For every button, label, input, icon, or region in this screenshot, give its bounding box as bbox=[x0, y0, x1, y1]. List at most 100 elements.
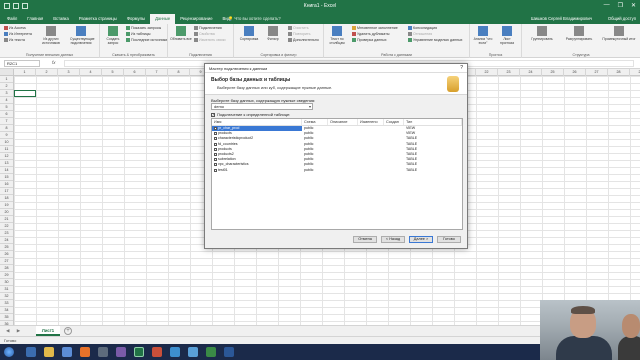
row-header[interactable]: 26 bbox=[0, 251, 13, 258]
tab-data[interactable]: Данные bbox=[150, 14, 176, 24]
row-header[interactable]: 13 bbox=[0, 160, 13, 167]
text-to-columns-button[interactable]: Текст по столбцам bbox=[326, 26, 348, 45]
column-header[interactable]: 5 bbox=[102, 69, 124, 76]
app2-taskbar-icon[interactable] bbox=[152, 347, 162, 357]
tab-file[interactable]: Файл bbox=[2, 14, 22, 24]
advanced-button[interactable]: Дополнительно bbox=[288, 38, 319, 42]
row-header[interactable]: 7 bbox=[0, 118, 13, 125]
refresh-all-button[interactable]: Обновить все bbox=[170, 26, 192, 41]
excel-taskbar-icon[interactable] bbox=[134, 347, 144, 357]
app6-taskbar-icon[interactable] bbox=[224, 347, 234, 357]
from-text-button[interactable]: Из текста bbox=[4, 38, 25, 42]
row-header[interactable]: 21 bbox=[0, 216, 13, 223]
existing-connections-button[interactable]: Существующие подключения bbox=[70, 26, 95, 45]
forecast-sheet-button[interactable]: Лист прогноза bbox=[496, 26, 518, 45]
col-schema-header[interactable]: Схема bbox=[302, 119, 328, 125]
sort-button[interactable]: Сортировка bbox=[238, 26, 260, 41]
column-header[interactable]: 3 bbox=[58, 69, 80, 76]
row-header[interactable]: 29 bbox=[0, 272, 13, 279]
column-header[interactable]: 26 bbox=[564, 69, 586, 76]
share-button[interactable]: Общий доступ bbox=[608, 14, 636, 24]
new-query-button[interactable]: Создать запрос bbox=[102, 26, 124, 45]
recent-sources-button[interactable]: Последние источники bbox=[126, 38, 167, 42]
column-header[interactable]: 4 bbox=[80, 69, 102, 76]
back-button[interactable]: < Назад bbox=[381, 236, 405, 243]
col-modified-header[interactable]: Изменено bbox=[358, 119, 384, 125]
row-header[interactable]: 9 bbox=[0, 132, 13, 139]
edit-links-button[interactable]: Изменить связи bbox=[194, 38, 225, 42]
other-sources-button[interactable]: Из других источников bbox=[40, 26, 62, 45]
sheet-tab-list1[interactable]: Лист1 bbox=[36, 326, 60, 336]
row-header[interactable]: 10 bbox=[0, 139, 13, 146]
select-all-corner[interactable] bbox=[0, 69, 14, 76]
column-header[interactable]: 8 bbox=[168, 69, 190, 76]
col-type-header[interactable]: Тип bbox=[404, 119, 462, 125]
column-header[interactable]: 6 bbox=[124, 69, 146, 76]
row-header[interactable]: 15 bbox=[0, 174, 13, 181]
column-header[interactable]: 1 bbox=[14, 69, 36, 76]
row-header[interactable]: 6 bbox=[0, 111, 13, 118]
ungroup-button[interactable]: Разгруппировать bbox=[562, 26, 596, 41]
user-name[interactable]: Шишков Сергей Владимирович bbox=[531, 14, 592, 24]
powerpoint-taskbar-icon[interactable] bbox=[80, 347, 90, 357]
consolidate-button[interactable]: Консолидация bbox=[408, 26, 437, 30]
row-header[interactable]: 32 bbox=[0, 293, 13, 300]
app5-taskbar-icon[interactable] bbox=[206, 347, 216, 357]
cancel-button[interactable]: Отмена bbox=[353, 236, 377, 243]
row-header[interactable]: 20 bbox=[0, 209, 13, 216]
row-header[interactable]: 17 bbox=[0, 188, 13, 195]
finish-button[interactable]: Готово bbox=[437, 236, 461, 243]
active-cell[interactable] bbox=[14, 90, 36, 97]
row-header[interactable]: 4 bbox=[0, 97, 13, 104]
remove-duplicates-button[interactable]: Удалить дубликаты bbox=[352, 32, 389, 36]
manage-data-model-button[interactable]: Управление моделью данных bbox=[408, 38, 462, 42]
show-queries-button[interactable]: Показать запросы bbox=[126, 26, 161, 30]
checkbox-icon[interactable]: ✓ bbox=[211, 112, 215, 117]
help-button[interactable]: ? bbox=[460, 64, 463, 73]
tab-page-layout[interactable]: Разметка страницы bbox=[74, 14, 122, 24]
from-access-button[interactable]: Из Access bbox=[4, 26, 26, 30]
tool-taskbar-icon[interactable] bbox=[98, 347, 108, 357]
connect-table-checkbox[interactable]: ✓ Подключение к определенной таблице: bbox=[211, 112, 290, 117]
column-header[interactable]: 27 bbox=[586, 69, 608, 76]
add-sheet-button[interactable]: + bbox=[64, 327, 72, 335]
row-header[interactable]: 8 bbox=[0, 125, 13, 132]
tables-list[interactable]: Имя Схема Описание Изменено Создан Тип p… bbox=[211, 118, 463, 230]
row-header[interactable]: 31 bbox=[0, 286, 13, 293]
database-select[interactable]: demo ▾ bbox=[211, 103, 313, 110]
col-description-header[interactable]: Описание bbox=[328, 119, 358, 125]
row-header[interactable]: 16 bbox=[0, 181, 13, 188]
tab-formulas[interactable]: Формулы bbox=[122, 14, 150, 24]
group-button[interactable]: Группировать bbox=[528, 26, 556, 41]
fx-icon[interactable]: fx bbox=[52, 60, 56, 65]
what-if-button[interactable]: Анализ "что если" bbox=[472, 26, 494, 45]
name-box[interactable]: R2C1 bbox=[4, 60, 40, 67]
sheet-nav-arrows[interactable]: ◀ ▶ bbox=[6, 328, 23, 334]
explorer-taskbar-icon[interactable] bbox=[44, 347, 54, 357]
relationships-button[interactable]: Отношения bbox=[408, 32, 432, 36]
row-header[interactable]: 34 bbox=[0, 307, 13, 314]
row-header[interactable]: 12 bbox=[0, 153, 13, 160]
row-header[interactable]: 30 bbox=[0, 279, 13, 286]
next-button[interactable]: Далее > bbox=[409, 236, 433, 243]
row-header[interactable]: 19 bbox=[0, 202, 13, 209]
tell-me-search[interactable]: 💡 Что вы хотите сделать? bbox=[228, 14, 281, 24]
column-header[interactable]: 7 bbox=[146, 69, 168, 76]
from-web-button[interactable]: Из Интернета bbox=[4, 32, 32, 36]
row-header[interactable]: 5 bbox=[0, 104, 13, 111]
row-header[interactable]: 2 bbox=[0, 83, 13, 90]
column-header[interactable]: 25 bbox=[542, 69, 564, 76]
subtotal-button[interactable]: Промежуточный итог bbox=[602, 26, 636, 41]
properties-button[interactable]: Свойства bbox=[194, 32, 215, 36]
media-taskbar-icon[interactable] bbox=[62, 347, 72, 357]
tab-insert[interactable]: Вставка bbox=[48, 14, 74, 24]
maximize-button[interactable]: ❐ bbox=[618, 2, 623, 9]
column-header[interactable]: 22 bbox=[476, 69, 498, 76]
col-created-header[interactable]: Создан bbox=[384, 119, 404, 125]
row-header[interactable]: 28 bbox=[0, 265, 13, 272]
col-name-header[interactable]: Имя bbox=[212, 119, 302, 125]
row-header[interactable]: 35 bbox=[0, 314, 13, 321]
row-header[interactable]: 24 bbox=[0, 237, 13, 244]
clear-button[interactable]: Очистить bbox=[288, 26, 309, 30]
filter-button[interactable]: Фильтр bbox=[262, 26, 284, 41]
